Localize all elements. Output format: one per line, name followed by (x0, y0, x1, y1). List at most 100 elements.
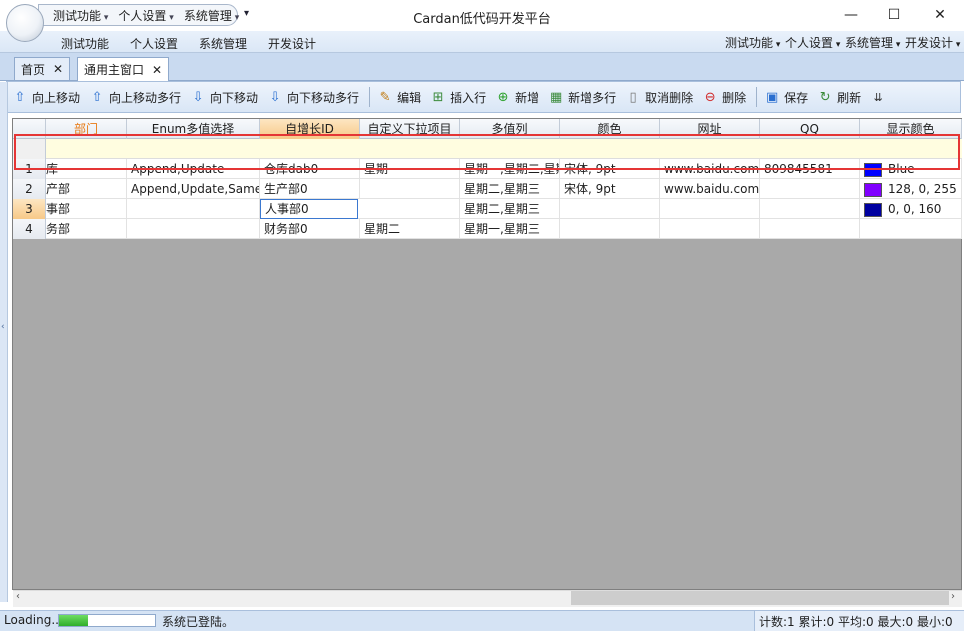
move-down-multi-button[interactable]: ⇩ 向下移动多行 (268, 89, 359, 106)
refresh-button[interactable]: ↻ 刷新 (818, 89, 861, 106)
cell-url[interactable]: www.baidu.com (660, 179, 760, 199)
col-header-url[interactable]: 网址 (660, 119, 760, 139)
col-header-custom-dropdown[interactable]: 自定义下拉项目 (360, 119, 460, 139)
cell-multivalue[interactable]: 星期一,星期三 (460, 219, 560, 239)
cell-url[interactable] (660, 219, 760, 239)
insert-row-label: 插入行 (450, 90, 487, 105)
cell-color[interactable]: 宋体, 9pt (560, 179, 660, 199)
menu-dev[interactable]: 开发设计 (268, 35, 316, 52)
add-button[interactable]: ⊕ 新增 (496, 89, 539, 106)
cell-dept[interactable]: 库 (46, 159, 127, 179)
move-up-button[interactable]: ⇧ 向上移动 (13, 89, 80, 106)
cell-color[interactable]: 宋体, 9pt (560, 159, 660, 179)
cell-display-color[interactable]: 128, 0, 255 (860, 179, 962, 199)
cell-multivalue[interactable]: 星期二,星期三 (460, 179, 560, 199)
minimize-button[interactable]: — (829, 2, 873, 28)
col-header-enum[interactable]: Enum多值选择 (127, 119, 260, 139)
expand-left-icon[interactable]: ‹ (1, 322, 5, 332)
row-number[interactable]: 3 (13, 199, 46, 219)
cell-enum[interactable]: Append,Update (127, 159, 260, 179)
left-panel-grip[interactable] (0, 82, 8, 602)
save-button[interactable]: ▣ 保存 (765, 89, 808, 106)
cell-custom-dropdown[interactable] (360, 199, 460, 219)
add-label: 新增 (515, 90, 540, 105)
menu-right-dev[interactable]: 开发设计 (905, 34, 960, 51)
move-up-label: 向上移动 (32, 90, 81, 105)
move-down-label: 向下移动 (210, 90, 259, 105)
save-icon: ▣ (766, 89, 779, 105)
col-header-autoid[interactable]: 自增长ID (260, 119, 360, 139)
cell-display-color[interactable] (860, 219, 962, 239)
arrow-down-icon: ⇩ (269, 89, 281, 105)
col-header-display-color[interactable]: 显示颜色 (860, 119, 962, 139)
scroll-left-icon[interactable]: ‹ (16, 591, 20, 602)
cell-multivalue[interactable]: 星期二,星期三 (460, 199, 560, 219)
edit-button[interactable]: ✎ 编辑 (378, 89, 421, 106)
cell-qq[interactable] (760, 219, 860, 239)
cell-dept[interactable]: 产部 (46, 179, 127, 199)
menu-test[interactable]: 测试功能 (61, 35, 109, 52)
progress-fill (59, 615, 88, 626)
cell-color[interactable] (560, 219, 660, 239)
scroll-right-icon[interactable]: › (951, 591, 955, 602)
move-up-multi-button[interactable]: ⇧ 向上移动多行 (90, 89, 181, 106)
cell-enum[interactable] (127, 219, 260, 239)
cell-qq[interactable]: 809845581 (760, 159, 860, 179)
tab-home[interactable]: 首页 ✕ (14, 57, 71, 80)
move-down-button[interactable]: ⇩ 向下移动 (191, 89, 258, 106)
save-label: 保存 (784, 90, 809, 105)
cell-custom-dropdown[interactable]: 星期一 (360, 159, 460, 179)
status-message: 系统已登陆。 (162, 615, 235, 629)
cell-autoid[interactable]: 生产部0 (260, 179, 360, 199)
row-number[interactable]: 2 (13, 179, 46, 199)
cell-dept[interactable]: 务部 (46, 219, 127, 239)
cell-custom-dropdown[interactable] (360, 179, 460, 199)
cell-autoid[interactable]: 仓库dab0 (260, 159, 360, 179)
display-color-value: Blue (888, 162, 915, 176)
toolbar-separator (756, 87, 758, 107)
filter-row[interactable] (13, 139, 962, 159)
undo-delete-button[interactable]: ▯ 取消删除 (626, 89, 694, 106)
cell-color[interactable] (560, 199, 660, 219)
cell-multivalue[interactable]: 星期一,星期二,星期 (460, 159, 560, 179)
tab-main-window[interactable]: 通用主窗口 ✕ (77, 57, 170, 81)
menu-system[interactable]: 系统管理 (199, 35, 247, 52)
add-rows-icon: ▦ (549, 89, 563, 105)
cell-qq[interactable] (760, 199, 860, 219)
toolbar-overflow-button[interactable]: ⇊ (871, 90, 885, 104)
col-header-qq[interactable]: QQ (760, 119, 860, 139)
cell-dept[interactable]: 事部 (46, 199, 127, 219)
insert-row-button[interactable]: ⊞ 插入行 (431, 89, 486, 106)
cell-enum[interactable] (127, 199, 260, 219)
cell-display-color[interactable]: 0, 0, 160 (860, 199, 962, 219)
menu-right-personal[interactable]: 个人设置 (785, 34, 840, 51)
cell-qq[interactable] (760, 179, 860, 199)
arrow-up-icon: ⇧ (91, 89, 103, 105)
close-icon[interactable]: ✕ (53, 62, 63, 76)
cell-autoid-focused[interactable]: 人事部0 (260, 199, 358, 219)
col-header-color[interactable]: 颜色 (560, 119, 660, 139)
undo-delete-icon: ▯ (629, 89, 637, 105)
cell-autoid[interactable]: 财务部0 (260, 219, 360, 239)
cell-enum[interactable]: Append,Update,Same (127, 179, 260, 199)
menu-personal[interactable]: 个人设置 (130, 35, 178, 52)
cell-url[interactable]: www.baidu.com (660, 159, 760, 179)
maximize-button[interactable]: ☐ (872, 2, 916, 28)
arrow-down-icon: ⇩ (192, 89, 204, 105)
add-rows-button[interactable]: ▦ 新增多行 (549, 89, 616, 106)
cell-url[interactable] (660, 199, 760, 219)
row-number[interactable]: 1 (13, 159, 46, 179)
scrollbar-thumb[interactable] (571, 591, 949, 605)
cell-display-color[interactable]: Blue (860, 159, 962, 179)
edit-icon: ✎ (379, 89, 391, 105)
close-icon[interactable]: ✕ (152, 63, 162, 77)
col-header-multivalue[interactable]: 多值列 (460, 119, 560, 139)
row-number[interactable]: 4 (13, 219, 46, 239)
menu-right-system[interactable]: 系统管理 (845, 34, 900, 51)
delete-button[interactable]: ⊖ 删除 (703, 89, 746, 106)
col-header-dept[interactable]: 部门 (46, 119, 127, 139)
cell-custom-dropdown[interactable]: 星期二 (360, 219, 460, 239)
menu-right-test[interactable]: 测试功能 (725, 34, 780, 51)
app-menu-orb[interactable] (6, 4, 44, 42)
close-window-button[interactable]: ✕ (918, 2, 962, 28)
